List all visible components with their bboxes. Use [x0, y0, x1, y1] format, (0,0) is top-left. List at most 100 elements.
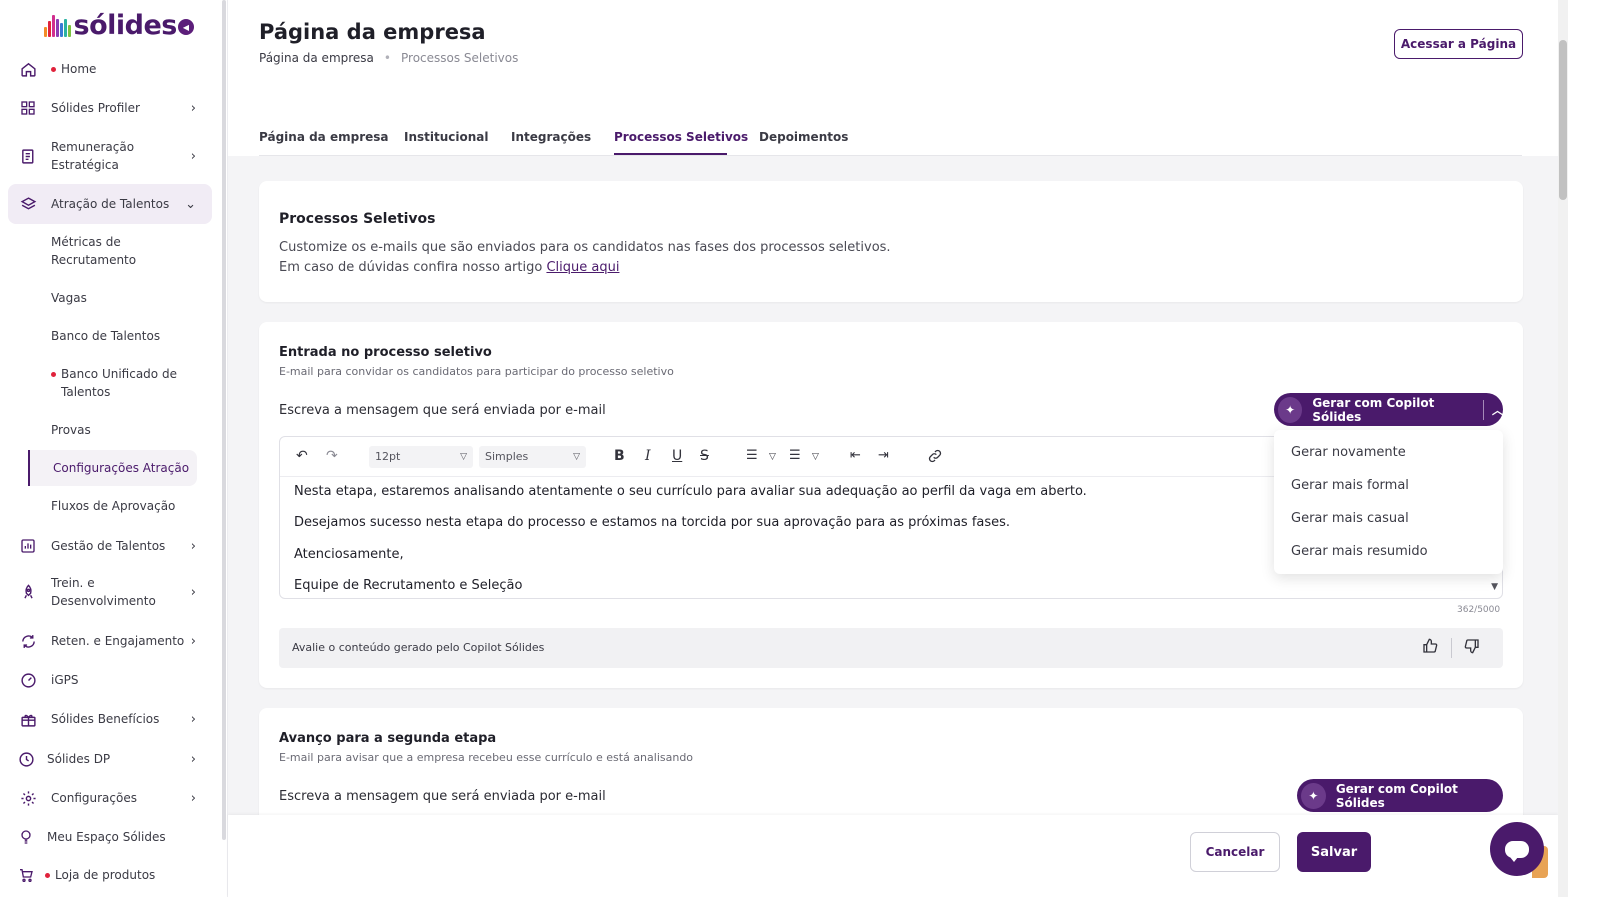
undo-icon[interactable]: ↶	[296, 448, 308, 464]
section-label: Escreva a mensagem que será enviada por …	[279, 789, 606, 804]
tab-institucional[interactable]: Institucional	[404, 130, 489, 144]
refresh-icon	[19, 632, 37, 650]
sidebar-subitem-fluxos[interactable]: Fluxos de Aprovação	[51, 497, 201, 515]
underline-icon[interactable]: U	[672, 448, 682, 464]
copilot-generate-button[interactable]: ✦ Gerar com Copilot Sólides	[1297, 779, 1503, 812]
page-scrollbar-thumb[interactable]	[1559, 40, 1567, 200]
dropdown-item-resumido[interactable]: Gerar mais resumido	[1291, 544, 1428, 559]
scroll-down-icon[interactable]: ▼	[1491, 582, 1498, 592]
editor-paragraph: Atenciosamente,	[294, 547, 404, 562]
tab-integracoes[interactable]: Integrações	[511, 130, 591, 144]
sidebar-subitem-banco-talentos[interactable]: Banco de Talentos	[51, 327, 201, 345]
chevron-right-icon: ›	[190, 790, 196, 806]
line-spacing-select[interactable]: Simples ▽	[479, 446, 586, 468]
sidebar-item-profiler[interactable]: Sólides Profiler ›	[8, 97, 212, 119]
logo-bars-icon	[44, 14, 71, 37]
chevron-right-icon: ›	[190, 148, 196, 164]
editor-paragraph: Equipe de Recrutamento e Seleção	[294, 578, 523, 593]
window-edge	[1568, 0, 1600, 897]
chevron-down-icon: ▽	[460, 452, 467, 462]
sidebar-scrollbar[interactable]	[222, 0, 226, 840]
sidebar-item-gestao[interactable]: Gestão de Talentos ›	[8, 535, 212, 557]
sidebar-item-beneficios[interactable]: Sólides Benefícios ›	[8, 708, 212, 730]
sidebar-subitem-vagas[interactable]: Vagas	[51, 289, 201, 307]
sidebar-item-label-line1: Remuneração	[51, 140, 135, 154]
sidebar-item-atracao[interactable]: Atração de Talentos ⌄	[8, 184, 212, 224]
layers-icon	[19, 195, 37, 213]
gear-icon	[19, 789, 37, 807]
sidebar-item-configuracoes[interactable]: Configurações ›	[8, 787, 212, 809]
sidebar-item-remuneracao[interactable]: Remuneração Estratégica ›	[8, 138, 212, 174]
breadcrumb-item[interactable]: Página da empresa	[259, 51, 374, 65]
subitem-label-line1: Métricas de	[51, 235, 121, 249]
active-tab-underline	[614, 153, 727, 155]
sidebar-item-dp[interactable]: Sólides DP ›	[8, 748, 212, 770]
solides-logo[interactable]: sólides	[44, 10, 177, 41]
help-article-link[interactable]: Clique aqui	[546, 260, 619, 275]
editor-paragraph: Desejamos sucesso nesta etapa do process…	[294, 515, 1011, 530]
intro-title: Processos Seletivos	[279, 211, 436, 227]
subitem-label-line1: Banco Unificado de	[61, 367, 177, 381]
sidebar-subitem-configuracoes-atracao[interactable]: Configurações Atração	[53, 459, 203, 477]
home-icon	[19, 60, 37, 78]
intro-description: Customize os e-mails que são enviados pa…	[279, 240, 891, 255]
sidebar-item-label: Home	[61, 62, 97, 76]
thumbs-down-icon[interactable]	[1464, 638, 1480, 658]
collapse-sidebar-button[interactable]: ◀	[178, 19, 194, 35]
cart-icon	[17, 866, 35, 884]
chat-button[interactable]	[1490, 822, 1544, 876]
subitem-label-line2: Talentos	[61, 385, 111, 399]
sidebar-item-label: Sólides DP	[47, 752, 111, 766]
copilot-generate-button[interactable]: ✦ Gerar com Copilot Sólides ︿	[1274, 393, 1503, 426]
tab-processos-seletivos[interactable]: Processos Seletivos	[614, 130, 748, 144]
bold-icon[interactable]: B	[614, 448, 625, 464]
intro-help: Em caso de dúvidas confira nosso artigo …	[279, 260, 619, 275]
sidebar: sólides ◀ Home Sólides Profiler › Remune…	[0, 0, 228, 897]
chevron-down-icon[interactable]: ▽	[812, 452, 819, 462]
outdent-icon[interactable]: ⇤	[850, 448, 861, 463]
redo-icon[interactable]: ↷	[326, 448, 338, 464]
sidebar-item-label: Meu Espaço Sólides	[47, 830, 166, 844]
access-page-button[interactable]: Acessar a Página	[1394, 29, 1523, 59]
sidebar-subitem-metricas[interactable]: Métricas de Recrutamento	[51, 233, 201, 269]
tab-pagina-empresa[interactable]: Página da empresa	[259, 130, 389, 144]
ordered-list-icon[interactable]: ☰	[746, 448, 758, 463]
dropdown-item-formal[interactable]: Gerar mais formal	[1291, 478, 1409, 493]
strikethrough-icon[interactable]: S	[700, 448, 709, 464]
section-subtitle: E-mail para convidar os candidatos para …	[279, 365, 674, 378]
copilot-button-label: Gerar com Copilot Sólides	[1335, 781, 1458, 810]
thumbs-up-icon[interactable]	[1422, 638, 1438, 658]
dropdown-item-regenerate[interactable]: Gerar novamente	[1291, 445, 1406, 460]
bulb-icon	[17, 828, 35, 846]
section-title: Avanço para a segunda etapa	[279, 731, 497, 746]
sidebar-item-retencao[interactable]: Reten. e Engajamento ›	[8, 630, 212, 652]
intro-card: Processos Seletivos Customize os e-mails…	[259, 181, 1523, 302]
sidebar-subitem-provas[interactable]: Provas	[51, 421, 201, 439]
sidebar-item-igps[interactable]: iGPS	[8, 669, 212, 691]
chevron-down-icon[interactable]: ▽	[769, 452, 776, 462]
font-size-select[interactable]: 12pt ▽	[369, 446, 473, 468]
sidebar-subitem-banco-unificado[interactable]: Banco Unificado de Talentos	[51, 365, 201, 401]
indent-icon[interactable]: ⇥	[878, 448, 889, 463]
section-subtitle: E-mail para avisar que a empresa recebeu…	[279, 751, 694, 764]
copilot-button-label: Gerar com Copilot Sólides	[1312, 395, 1435, 424]
sidebar-item-home[interactable]: Home	[8, 58, 212, 80]
gauge-icon	[19, 671, 37, 689]
sidebar-item-meu-espaco[interactable]: Meu Espaço Sólides	[8, 826, 212, 848]
breadcrumb: Página da empresa • Processos Seletivos	[259, 51, 518, 65]
sidebar-item-label: Loja de produtos	[55, 868, 156, 882]
italic-icon[interactable]: I	[645, 448, 651, 464]
sidebar-item-loja[interactable]: Loja de produtos	[8, 864, 212, 886]
sidebar-item-label-line2: Estratégica	[51, 158, 119, 172]
link-icon[interactable]	[927, 448, 943, 468]
sidebar-item-label: Atração de Talentos	[51, 197, 170, 211]
main-content: Página da empresa Página da empresa • Proc…	[228, 0, 1558, 897]
tab-depoimentos[interactable]: Depoimentos	[759, 130, 848, 144]
sidebar-item-treinamento[interactable]: Trein. e Desenvolvimento ›	[8, 574, 212, 610]
cancel-button[interactable]: Cancelar	[1190, 832, 1280, 872]
chevron-up-icon[interactable]: ︿	[1492, 402, 1503, 418]
bullet-list-icon[interactable]: ☰	[789, 448, 801, 463]
dropdown-item-casual[interactable]: Gerar mais casual	[1291, 511, 1409, 526]
save-button[interactable]: Salvar	[1297, 832, 1371, 872]
character-counter: 362/5000	[1457, 605, 1501, 615]
